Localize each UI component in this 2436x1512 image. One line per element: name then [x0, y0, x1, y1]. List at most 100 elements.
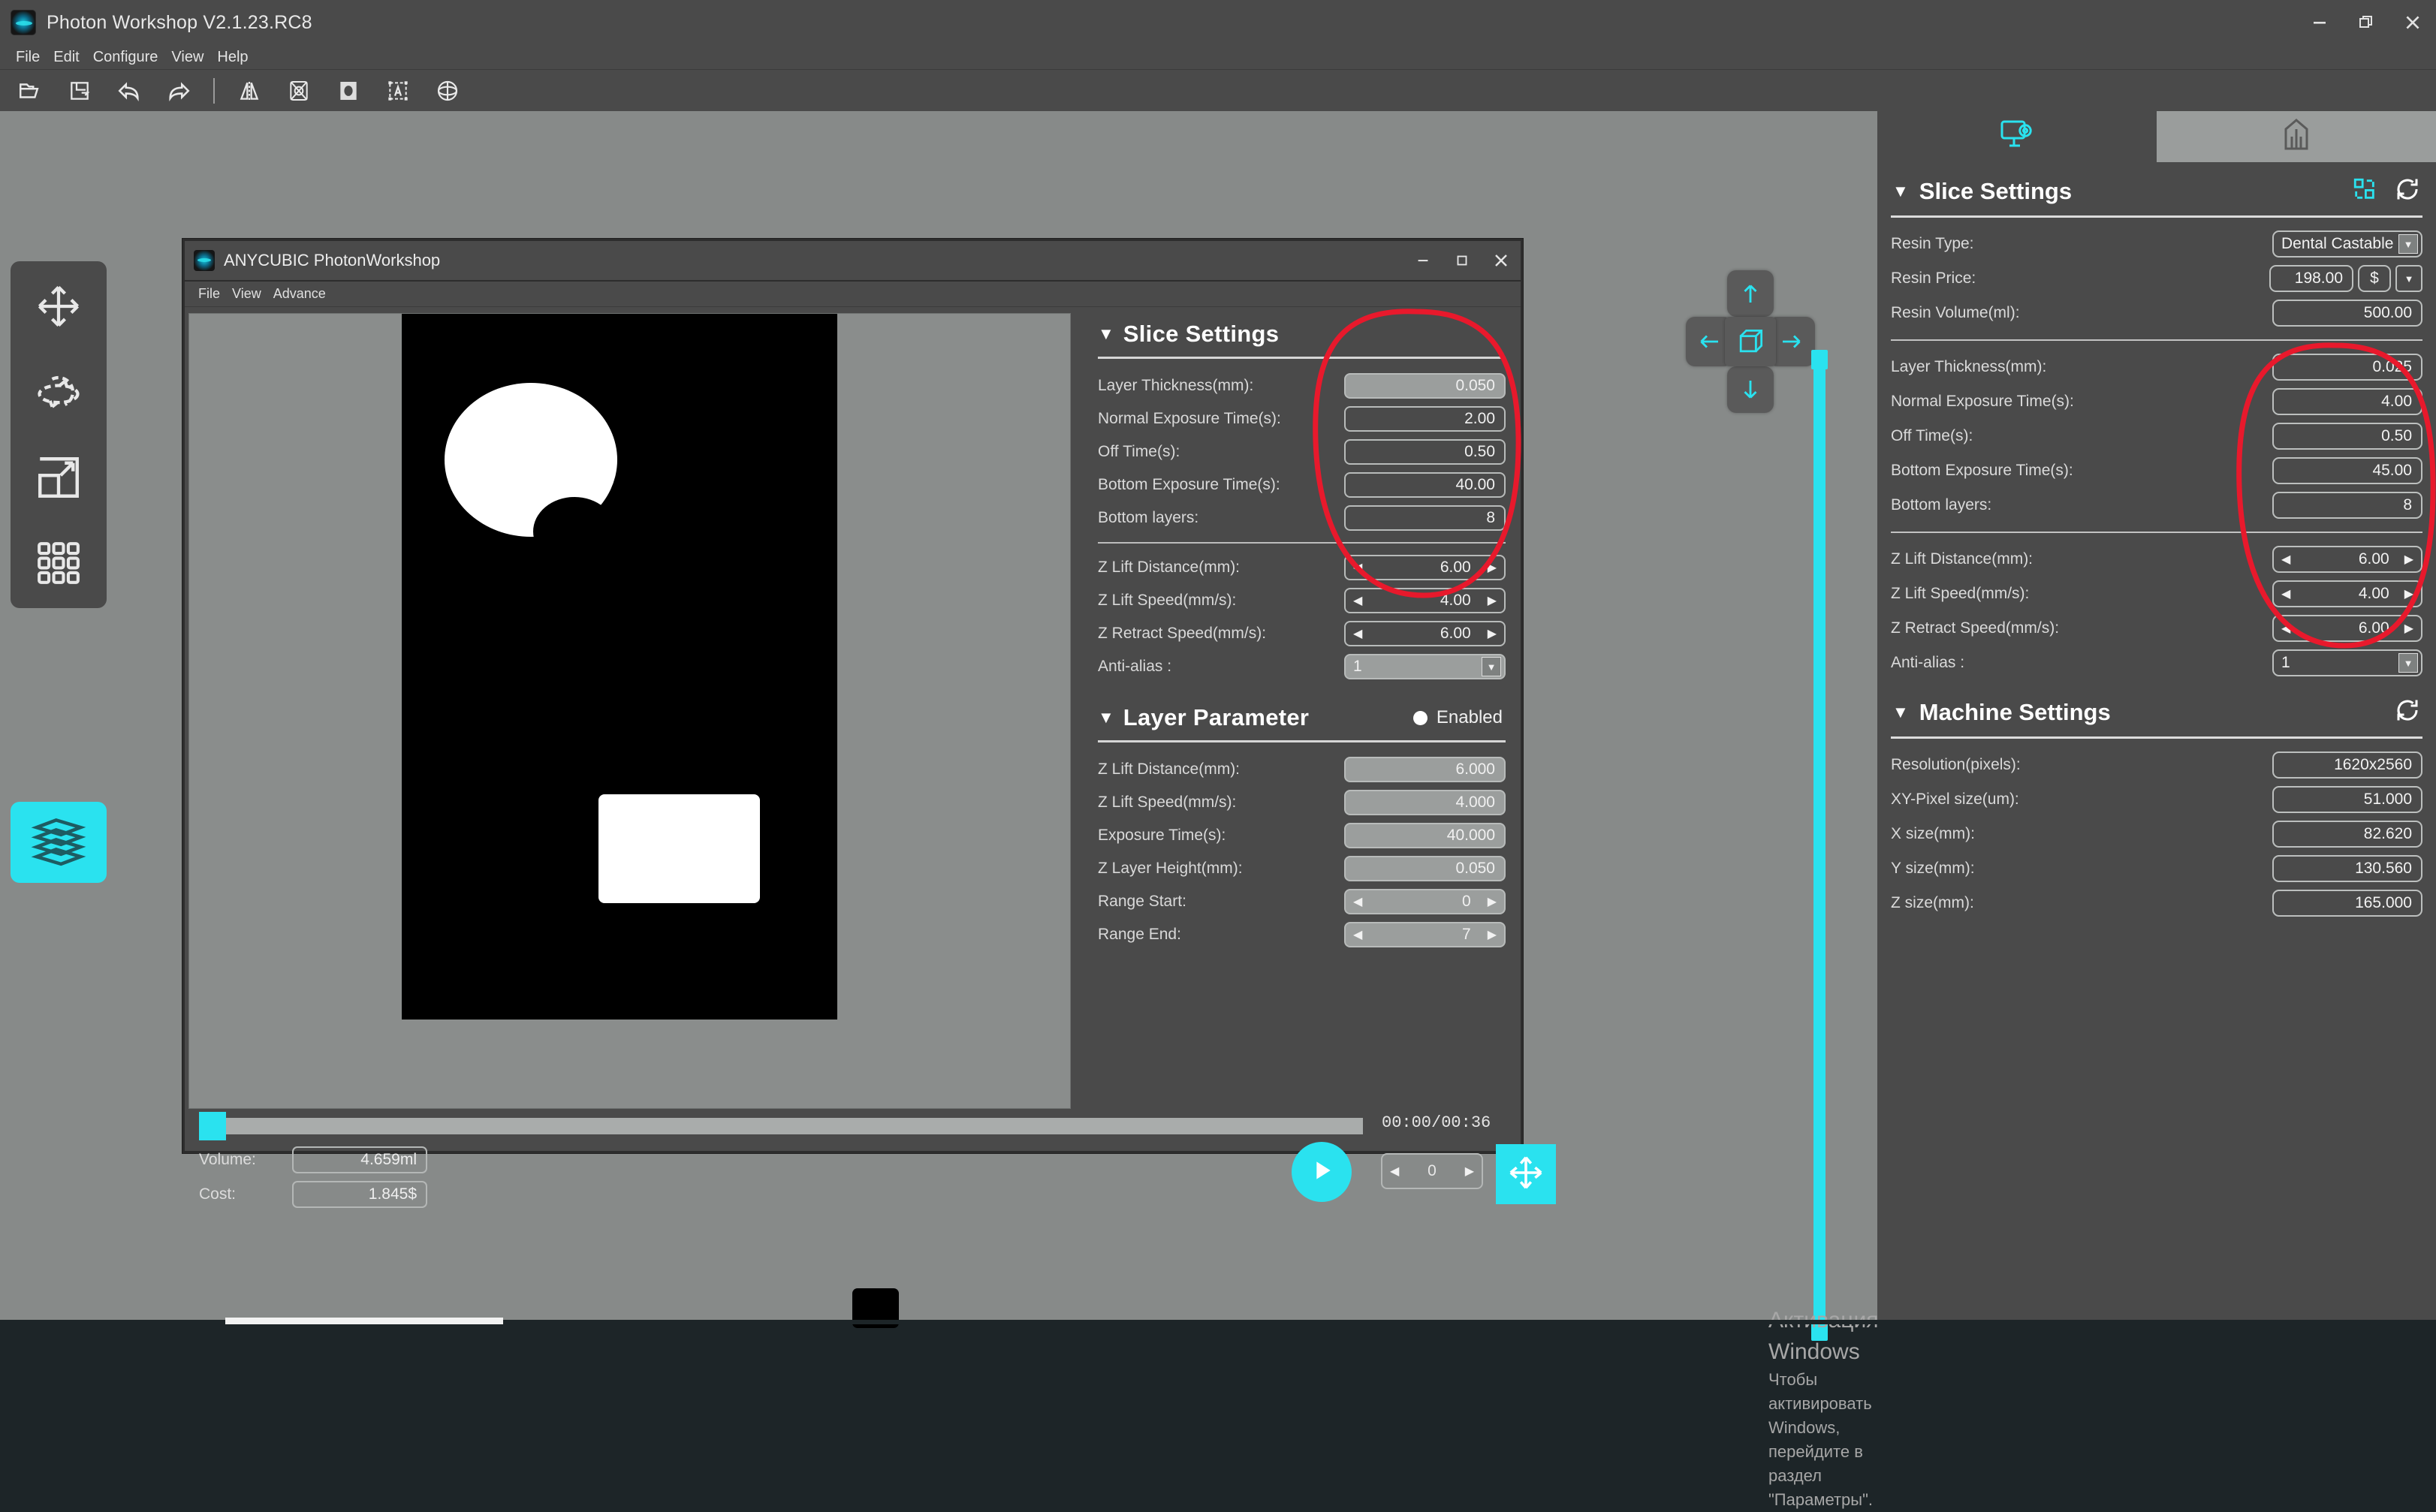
scale-expand-icon[interactable]: [27, 446, 90, 509]
spin-left-arrow[interactable]: ◀: [1353, 593, 1362, 608]
field-r-bottom-exposure[interactable]: 45.00: [2272, 457, 2422, 484]
minimize-icon[interactable]: [2296, 0, 2343, 45]
dialog-minimize-icon[interactable]: [1403, 240, 1443, 281]
frame-spin-right-arrow[interactable]: ▶: [1465, 1164, 1474, 1179]
sphere-slice-icon[interactable]: [428, 74, 467, 107]
chevron-down-icon[interactable]: ▼: [1482, 657, 1501, 676]
field-lp-exposure-time[interactable]: 40.000: [1344, 823, 1506, 848]
machine-settings-caret-icon[interactable]: ▼: [1892, 703, 1909, 722]
undo-arrow-icon[interactable]: [110, 74, 149, 107]
field-lp-z-lift-speed[interactable]: 4.000: [1344, 790, 1506, 815]
field-z-retract-speed[interactable]: ◀ 6.00 ▶: [1344, 621, 1506, 646]
spin-right-arrow[interactable]: ▶: [1488, 593, 1497, 608]
field-x-size[interactable]: 82.620: [2272, 821, 2422, 848]
slice-settings-caret-icon[interactable]: ▼: [1098, 324, 1114, 344]
field-resin-price[interactable]: 198.00: [2269, 265, 2353, 292]
spin-right-arrow[interactable]: ▶: [1488, 560, 1497, 575]
field-anti-alias[interactable]: 1 ▼: [1344, 654, 1506, 679]
field-z-size[interactable]: 165.000: [2272, 890, 2422, 917]
field-lp-z-lift-distance[interactable]: 6.000: [1344, 757, 1506, 782]
timeline-knob[interactable]: [199, 1112, 226, 1140]
chevron-down-icon[interactable]: ▼: [2398, 653, 2418, 673]
taskbar-active-window-tile[interactable]: [225, 1318, 503, 1324]
spin-left-arrow[interactable]: ◀: [1353, 626, 1362, 641]
field-r-normal-exposure[interactable]: 4.00: [2272, 388, 2422, 415]
dialog-close-icon[interactable]: [1482, 240, 1521, 281]
spin-left-arrow[interactable]: ◀: [1353, 560, 1362, 575]
spin-right-arrow[interactable]: ▶: [2404, 552, 2413, 567]
chevron-down-icon[interactable]: ▼: [2398, 234, 2418, 254]
menu-item-help[interactable]: Help: [210, 45, 255, 70]
right-slice-caret-icon[interactable]: ▼: [1892, 182, 1909, 201]
punch-hole-icon[interactable]: [329, 74, 368, 107]
field-z-lift-speed[interactable]: ◀ 4.00 ▶: [1344, 588, 1506, 613]
field-normal-exposure[interactable]: 2.00: [1344, 406, 1506, 432]
spin-right-arrow[interactable]: ▶: [1488, 927, 1497, 942]
field-r-layer-thickness[interactable]: 0.025: [2272, 354, 2422, 381]
text-label-icon[interactable]: [378, 74, 418, 107]
folder-open-icon[interactable]: [11, 74, 50, 107]
hollow-mesh-icon[interactable]: [279, 74, 318, 107]
layer-height-slider[interactable]: [1811, 350, 1828, 1341]
gizmo-arrow-down-icon[interactable]: [1727, 366, 1774, 413]
field-resolution[interactable]: 1620x2560: [2272, 751, 2422, 779]
field-resin-volume[interactable]: 500.00: [2272, 300, 2422, 327]
gizmo-arrow-up-icon[interactable]: [1727, 270, 1774, 317]
dialog-maximize-icon[interactable]: [1443, 240, 1482, 281]
fit-view-button[interactable]: [1496, 1144, 1556, 1204]
gizmo-cube-home-icon[interactable]: [1725, 317, 1776, 366]
field-bottom-exposure[interactable]: 40.00: [1344, 472, 1506, 498]
redo-arrow-icon[interactable]: [159, 74, 198, 107]
field-layer-thickness[interactable]: 0.050: [1344, 373, 1506, 399]
field-r-anti-alias[interactable]: 1 ▼: [2272, 649, 2422, 676]
spin-right-arrow[interactable]: ▶: [1488, 894, 1497, 909]
move-arrows-icon[interactable]: [27, 275, 90, 338]
slice-layers-tool-button[interactable]: [11, 802, 107, 883]
field-bottom-layers[interactable]: 8: [1344, 505, 1506, 531]
frame-number-spinner[interactable]: ◀ 0 ▶: [1381, 1153, 1483, 1189]
field-r-z-lift-speed[interactable]: ◀ 4.00 ▶: [2272, 580, 2422, 607]
frame-spin-left-arrow[interactable]: ◀: [1390, 1164, 1399, 1179]
field-r-z-retract-speed[interactable]: ◀ 6.00 ▶: [2272, 615, 2422, 642]
rotate-orbit-icon[interactable]: [27, 360, 90, 423]
slice-preview-image[interactable]: [402, 314, 899, 1328]
mirror-icon[interactable]: [230, 74, 269, 107]
field-z-lift-distance[interactable]: ◀ 6.00 ▶: [1344, 555, 1506, 580]
field-lp-range-start[interactable]: ◀ 0 ▶: [1344, 889, 1506, 914]
spin-right-arrow[interactable]: ▶: [2404, 621, 2413, 636]
field-lp-range-end[interactable]: ◀ 7 ▶: [1344, 922, 1506, 947]
spin-left-arrow[interactable]: ◀: [2281, 552, 2290, 567]
field-y-size[interactable]: 130.560: [2272, 855, 2422, 882]
layer-parameter-enabled-toggle[interactable]: Enabled: [1412, 707, 1518, 728]
currency-chevron-down-icon[interactable]: ▼: [2395, 265, 2422, 292]
spin-right-arrow[interactable]: ▶: [1488, 626, 1497, 641]
dialog-menu-advance[interactable]: Advance: [267, 286, 332, 302]
tab-slice-settings[interactable]: [1877, 111, 2157, 162]
refresh-circle-icon[interactable]: [2394, 176, 2421, 206]
menu-item-edit[interactable]: Edit: [47, 45, 86, 70]
tab-machine[interactable]: [2157, 111, 2436, 162]
slider-track[interactable]: [1813, 366, 1825, 1324]
grid-array-icon[interactable]: [27, 532, 90, 595]
field-off-time[interactable]: 0.50: [1344, 439, 1506, 465]
field-xy-pixel-size[interactable]: 51.000: [2272, 786, 2422, 813]
copy-blocks-icon[interactable]: [2352, 176, 2377, 206]
spin-left-arrow[interactable]: ◀: [2281, 621, 2290, 636]
slider-knob-top[interactable]: [1811, 350, 1828, 369]
play-button[interactable]: [1292, 1142, 1352, 1202]
restore-icon[interactable]: [2343, 0, 2389, 45]
menu-item-file[interactable]: File: [9, 45, 47, 70]
spin-right-arrow[interactable]: ▶: [2404, 586, 2413, 601]
spin-left-arrow[interactable]: ◀: [1353, 927, 1362, 942]
field-r-off-time[interactable]: 0.50: [2272, 423, 2422, 450]
refresh-circle-icon[interactable]: [2394, 697, 2421, 727]
viewport-3d[interactable]: Активация Windows Чтобы активировать Win…: [0, 111, 1878, 1509]
dialog-menu-file[interactable]: File: [192, 286, 226, 302]
save-disk-icon[interactable]: [60, 74, 99, 107]
field-resin-type[interactable]: Dental Castable ▼: [2272, 230, 2422, 258]
field-r-z-lift-distance[interactable]: ◀ 6.00 ▶: [2272, 546, 2422, 573]
dialog-menu-view[interactable]: View: [226, 286, 267, 302]
close-icon[interactable]: [2389, 0, 2436, 45]
timeline-track[interactable]: [199, 1118, 1363, 1134]
menu-item-configure[interactable]: Configure: [86, 45, 165, 70]
